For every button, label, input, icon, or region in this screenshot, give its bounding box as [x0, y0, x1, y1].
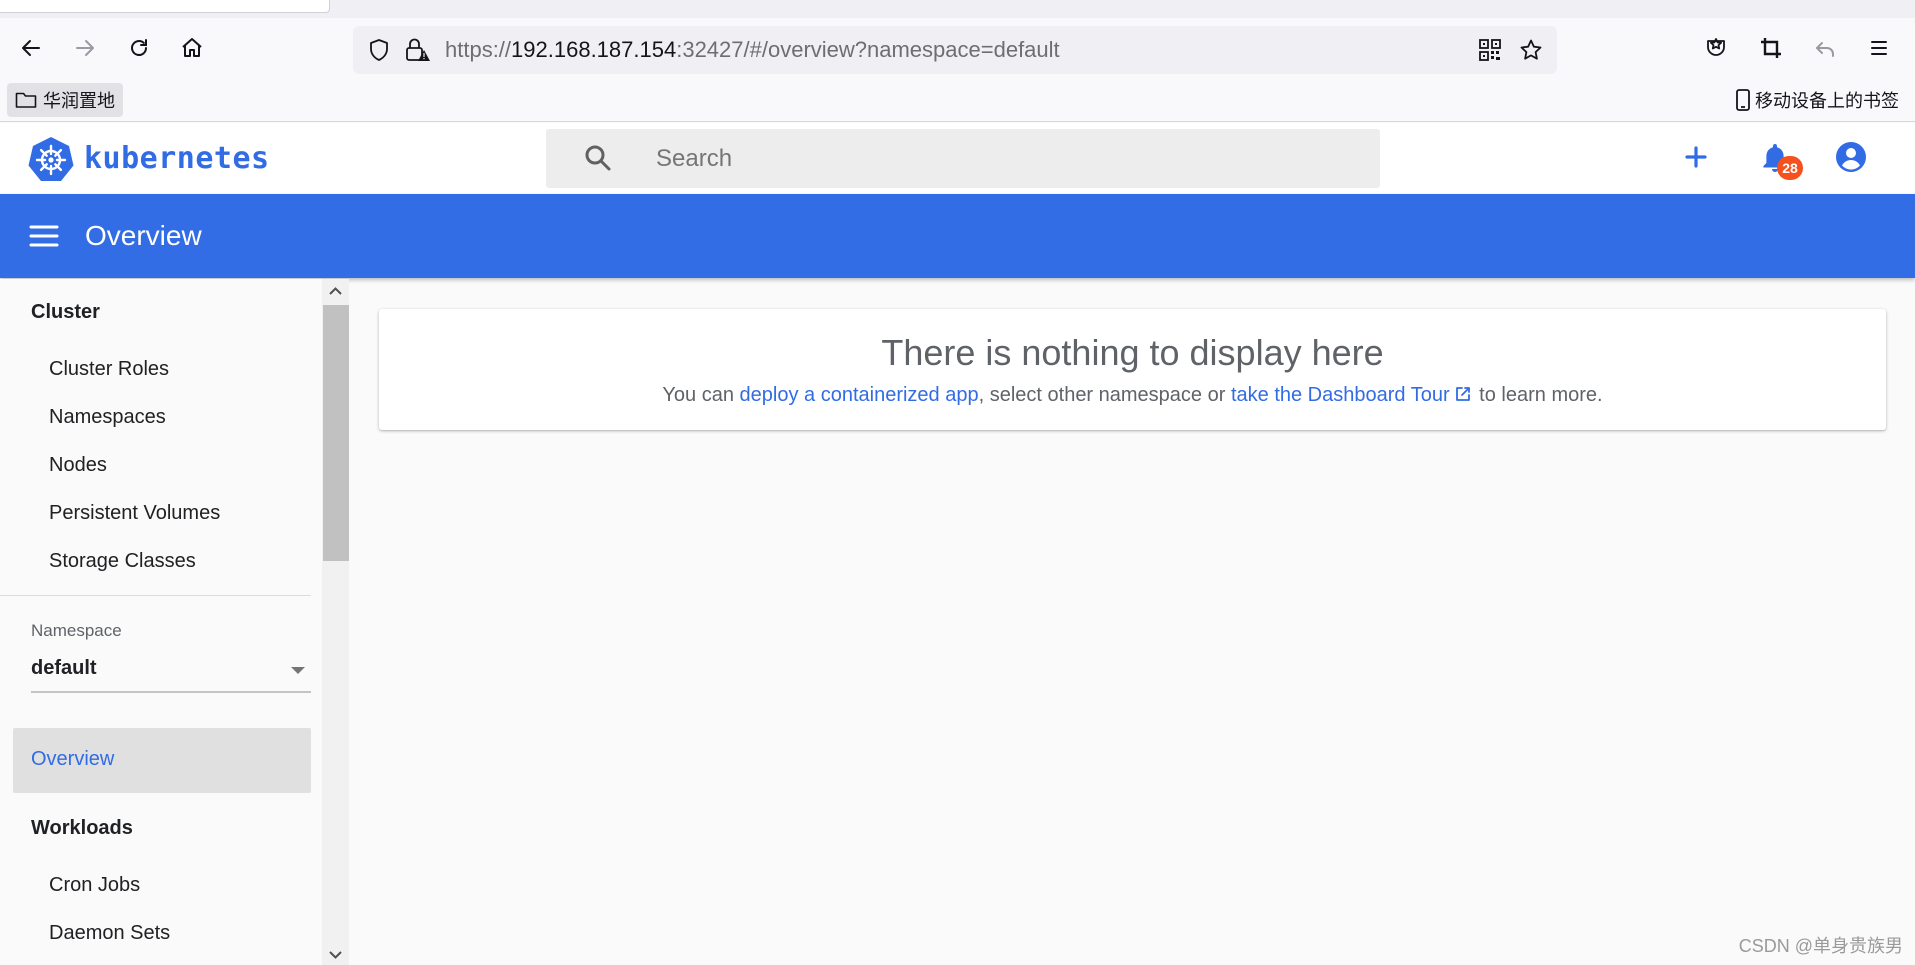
lock-warning-icon[interactable]	[405, 38, 431, 62]
sidebar-item-cluster-roles[interactable]: Cluster Roles	[49, 358, 169, 381]
url-text[interactable]: https://192.168.187.154:32427/#/overview…	[445, 38, 1060, 62]
url-bar[interactable]: https://192.168.187.154:32427/#/overview…	[353, 26, 1557, 74]
scroll-up-arrow-icon[interactable]	[328, 285, 343, 297]
desc-middle: , select other namespace or	[978, 384, 1231, 406]
sidebar-item-persistent-volumes[interactable]: Persistent Volumes	[49, 502, 220, 525]
bookmarks-toolbar: 华润置地 移动设备上的书签	[0, 82, 1915, 122]
search-input[interactable]	[656, 139, 1356, 179]
desc-prefix: You can	[662, 384, 740, 406]
forward-icon[interactable]	[69, 32, 101, 64]
notifications-button[interactable]: 28	[1755, 137, 1803, 180]
scroll-down-arrow-icon[interactable]	[328, 949, 343, 961]
url-path: :32427/#/overview?namespace=default	[676, 37, 1060, 62]
reload-icon[interactable]	[123, 32, 155, 64]
kubernetes-helm-icon	[28, 137, 74, 181]
browser-tab-strip	[0, 0, 1915, 18]
kubernetes-logo[interactable]: kubernetes	[28, 135, 270, 181]
account-circle-icon	[1836, 142, 1866, 172]
bookmark-folder-label: 华润置地	[43, 91, 115, 111]
sidebar-section-cluster[interactable]: Cluster	[31, 301, 100, 324]
empty-state-title: There is nothing to display here	[881, 332, 1384, 373]
dashboard-tour-link[interactable]: take the Dashboard Tour	[1231, 384, 1450, 406]
undo-icon[interactable]	[1809, 32, 1841, 64]
sidebar-item-daemon-sets[interactable]: Daemon Sets	[49, 922, 170, 945]
pocket-icon[interactable]	[1700, 32, 1732, 64]
account-button[interactable]	[1831, 137, 1871, 177]
sidebar-divider	[0, 595, 311, 596]
sidebar-nav: Cluster Cluster Roles Namespaces Nodes P…	[0, 279, 322, 965]
sidebar-scrollbar[interactable]	[322, 279, 349, 965]
namespace-selected-value: default	[31, 657, 97, 679]
namespace-label: Namespace	[31, 621, 122, 640]
desc-suffix: to learn more.	[1473, 384, 1603, 406]
hamburger-menu-icon[interactable]	[1863, 32, 1895, 64]
external-link-icon[interactable]	[1454, 385, 1472, 403]
url-host: 192.168.187.154	[511, 37, 677, 62]
page-title: Overview	[85, 220, 202, 251]
search-icon	[585, 145, 611, 171]
brand-name: kubernetes	[84, 140, 270, 176]
sidebar-item-overview-label: Overview	[31, 748, 115, 770]
namespace-select[interactable]: default	[31, 651, 311, 693]
sidebar-item-overview[interactable]: Overview	[13, 728, 311, 793]
url-scheme: https://	[445, 37, 512, 62]
deploy-app-link[interactable]: deploy a containerized app	[740, 384, 979, 406]
dropdown-caret-icon	[291, 667, 305, 674]
nav-menu-icon[interactable]	[26, 218, 62, 254]
browser-active-tab[interactable]	[0, 0, 330, 13]
mobile-bookmarks-label: 移动设备上的书签	[1755, 91, 1899, 111]
sidebar-item-namespaces[interactable]: Namespaces	[49, 406, 166, 429]
notification-count-badge: 28	[1777, 156, 1803, 180]
sidebar-item-cron-jobs[interactable]: Cron Jobs	[49, 874, 140, 897]
shield-icon[interactable]	[367, 38, 391, 62]
sidebar-item-storage-classes[interactable]: Storage Classes	[49, 550, 196, 573]
search-box[interactable]	[546, 129, 1380, 188]
sidebar-section-workloads[interactable]: Workloads	[31, 817, 133, 840]
page-toolbar: Overview	[0, 194, 1915, 278]
sidebar-item-nodes[interactable]: Nodes	[49, 454, 107, 477]
mobile-device-icon	[1736, 89, 1750, 111]
qr-code-icon[interactable]	[1479, 39, 1501, 61]
home-icon[interactable]	[176, 32, 208, 64]
back-icon[interactable]	[15, 32, 47, 64]
screenshot-crop-icon[interactable]	[1755, 32, 1787, 64]
create-button[interactable]	[1676, 137, 1716, 177]
bookmark-star-icon[interactable]	[1519, 38, 1543, 62]
browser-nav-bar: https://192.168.187.154:32427/#/overview…	[0, 18, 1915, 82]
empty-state-description: You can deploy a containerized app, sele…	[379, 382, 1886, 408]
app-header: kubernetes 28	[0, 123, 1915, 194]
mobile-bookmarks[interactable]: 移动设备上的书签	[1735, 83, 1899, 117]
folder-icon	[15, 92, 37, 108]
watermark-text: CSDN @单身贵族男	[1738, 936, 1903, 956]
scrollbar-thumb[interactable]	[323, 305, 349, 561]
bookmark-folder[interactable]: 华润置地	[7, 83, 123, 117]
empty-state-card: There is nothing to display here You can…	[379, 309, 1886, 430]
plus-icon	[1685, 146, 1707, 168]
